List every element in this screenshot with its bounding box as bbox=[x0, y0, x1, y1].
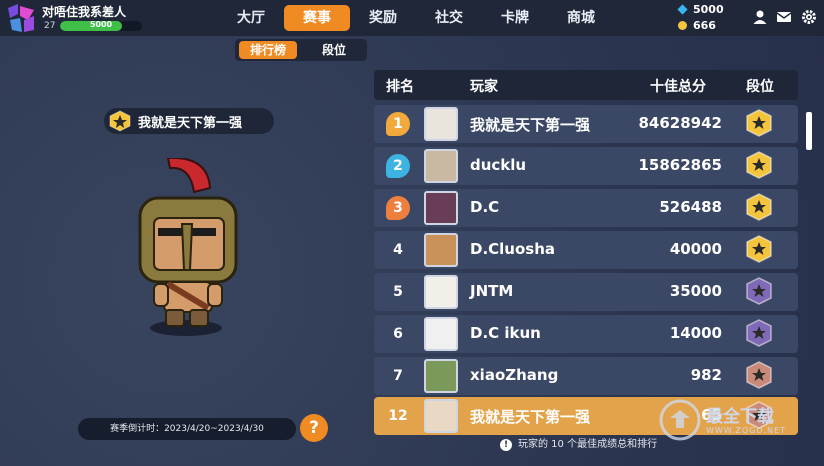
nav-tab-shop[interactable]: 商城 bbox=[548, 5, 614, 31]
nav-tab-rewards[interactable]: 奖励 bbox=[350, 5, 416, 31]
player-level: 27 bbox=[44, 21, 56, 31]
mail-icon[interactable] bbox=[776, 9, 792, 25]
watermark-logo-icon bbox=[659, 399, 701, 441]
row-score: 982 bbox=[690, 366, 722, 384]
tier-badge-icon bbox=[746, 109, 772, 137]
tier-badge-icon bbox=[109, 110, 131, 132]
leaderboard-row[interactable]: 4 D.Cluosha 40000 bbox=[374, 231, 798, 269]
row-player-name: xiaoZhang bbox=[470, 366, 559, 384]
player-name[interactable]: 对唔住我系差人 bbox=[42, 3, 126, 20]
gem-balance: 5000 bbox=[677, 3, 724, 16]
row-rank: 5 bbox=[393, 284, 403, 300]
main-nav: 大厅 赛事 奖励 社交 卡牌 商城 bbox=[218, 5, 614, 31]
row-rank: 1 bbox=[386, 112, 410, 136]
subtab-tier[interactable]: 段位 bbox=[305, 41, 363, 59]
xp-bar: 5000 bbox=[60, 21, 142, 31]
nav-tab-cards[interactable]: 卡牌 bbox=[482, 5, 548, 31]
leaderboard-header: 排名 玩家 十佳总分 段位 bbox=[374, 70, 798, 100]
row-rank: 7 bbox=[393, 368, 403, 384]
row-score: 526488 bbox=[659, 198, 722, 216]
tier-badge-icon bbox=[746, 235, 772, 263]
header-player: 玩家 bbox=[470, 79, 498, 95]
player-avatar[interactable] bbox=[424, 149, 458, 183]
header-rank: 排名 bbox=[386, 79, 414, 95]
row-score: 84628942 bbox=[638, 114, 723, 132]
tier-badge-icon bbox=[746, 151, 772, 179]
header-tier: 段位 bbox=[746, 79, 774, 95]
leaderboard-row[interactable]: 6 D.C ikun 14000 bbox=[374, 315, 798, 353]
leaderboard-row[interactable]: 1 我就是天下第一强 84628942 bbox=[374, 105, 798, 143]
tier-badge-icon bbox=[746, 361, 772, 389]
row-player-name: JNTM bbox=[470, 282, 514, 300]
row-rank: 6 bbox=[393, 326, 403, 342]
row-score: 14000 bbox=[669, 324, 722, 342]
coin-icon bbox=[678, 21, 687, 30]
profile-name-pill: 我就是天下第一强 bbox=[104, 108, 274, 134]
subtab-leaderboard[interactable]: 排行榜 bbox=[239, 41, 297, 59]
player-avatar[interactable] bbox=[424, 107, 458, 141]
player-avatar[interactable] bbox=[424, 399, 458, 433]
settings-gear-icon[interactable] bbox=[801, 9, 817, 25]
row-rank: 2 bbox=[386, 154, 410, 178]
row-player-name: ducklu bbox=[470, 156, 527, 174]
leaderboard-footnote: ! 玩家的 10 个最佳成绩总和排行 bbox=[500, 435, 657, 451]
subtab-bar: 排行榜 段位 bbox=[235, 39, 367, 61]
row-score: 40000 bbox=[669, 240, 722, 258]
row-score: 15862865 bbox=[638, 156, 723, 174]
player-avatar[interactable] bbox=[424, 317, 458, 351]
coin-balance: 666 bbox=[678, 19, 716, 32]
tier-badge-icon bbox=[746, 193, 772, 221]
row-score: 35000 bbox=[669, 282, 722, 300]
nav-tab-hall[interactable]: 大厅 bbox=[218, 5, 284, 31]
site-watermark: 最全下载 WWW.ZQGD.NET bbox=[658, 398, 808, 444]
row-rank: 4 bbox=[393, 242, 403, 258]
tier-badge-icon bbox=[746, 319, 772, 347]
player-character-avatar bbox=[138, 158, 238, 336]
nav-tab-events[interactable]: 赛事 bbox=[284, 5, 350, 31]
game-logo-icon bbox=[8, 4, 34, 32]
tier-badge-icon bbox=[746, 277, 772, 305]
row-player-name: 我就是天下第一强 bbox=[470, 408, 591, 426]
season-countdown: 赛季倒计时：2023/4/20~2023/4/30 bbox=[78, 418, 296, 440]
row-rank: 3 bbox=[386, 196, 410, 220]
player-avatar[interactable] bbox=[424, 275, 458, 309]
player-avatar[interactable] bbox=[424, 359, 458, 393]
header-score: 十佳总分 bbox=[650, 79, 706, 95]
profile-icon[interactable] bbox=[752, 9, 768, 25]
profile-name: 我就是天下第一强 bbox=[138, 116, 243, 131]
player-avatar[interactable] bbox=[424, 191, 458, 225]
row-rank: 12 bbox=[388, 408, 408, 424]
row-player-name: 我就是天下第一强 bbox=[470, 116, 591, 134]
gem-icon bbox=[677, 4, 688, 15]
leaderboard-row[interactable]: 7 xiaoZhang 982 bbox=[374, 357, 798, 395]
player-avatar[interactable] bbox=[424, 233, 458, 267]
leaderboard-scrollbar[interactable] bbox=[806, 112, 812, 150]
xp-value: 5000 bbox=[89, 21, 113, 29]
row-player-name: D.C ikun bbox=[470, 324, 541, 342]
row-player-name: D.C bbox=[470, 198, 500, 216]
help-button[interactable]: ? bbox=[300, 414, 328, 442]
nav-tab-social[interactable]: 社交 bbox=[416, 5, 482, 31]
leaderboard-row[interactable]: 5 JNTM 35000 bbox=[374, 273, 798, 311]
row-player-name: D.Cluosha bbox=[470, 240, 556, 258]
leaderboard-row[interactable]: 3 D.C 526488 bbox=[374, 189, 798, 227]
info-icon: ! bbox=[500, 439, 512, 451]
leaderboard-row[interactable]: 2 ducklu 15862865 bbox=[374, 147, 798, 185]
